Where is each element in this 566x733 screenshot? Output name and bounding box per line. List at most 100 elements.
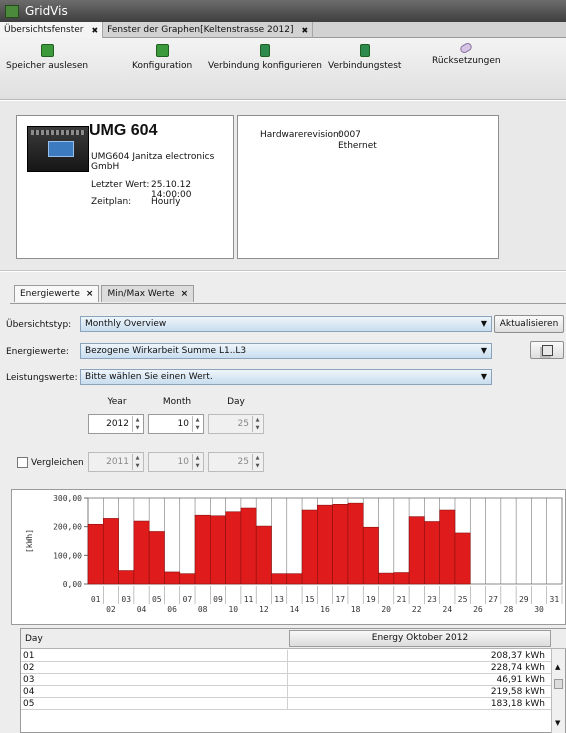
x-tick-label: 25 <box>458 595 468 604</box>
close-icon[interactable]: ✖ <box>301 26 308 35</box>
power-values-select[interactable]: Bitte wählen Sie einen Wert. ▼ <box>80 369 492 385</box>
compare-month-spinner[interactable]: 10 ▲ ▼ <box>148 452 204 472</box>
bar <box>225 511 242 585</box>
tab-overview[interactable]: Übersichtsfenster ✖ <box>0 22 104 38</box>
table-row[interactable]: 02 228,74 kWh <box>21 662 551 674</box>
y-axis-label: [kWh] <box>25 529 34 553</box>
hardware-label: Hardwarerevision: <box>260 130 342 140</box>
bar <box>454 532 471 585</box>
configure-connection-button[interactable]: Verbindung konfigurieren <box>208 44 322 71</box>
bar <box>133 520 150 585</box>
overview-type-select[interactable]: Monthly Overview ▼ <box>80 316 492 332</box>
bar <box>164 571 181 585</box>
y-tick-label: 300,00 <box>53 494 82 503</box>
hardware-connection: Ethernet <box>338 141 377 151</box>
bar <box>347 502 364 585</box>
compare-month-value: 10 <box>177 457 189 467</box>
bar <box>378 572 395 585</box>
close-icon[interactable]: ✖ <box>91 26 98 35</box>
bar <box>255 525 272 585</box>
title-bar: GridVis <box>0 0 566 22</box>
energy-values-select[interactable]: Bezogene Wirkarbeit Summe L1..L3 ▼ <box>80 343 492 359</box>
close-icon[interactable]: × <box>181 289 189 299</box>
energy-table: Day Energy Oktober 2012 01 208,37 kWh 02… <box>20 628 566 733</box>
bar <box>148 531 165 585</box>
x-tick-label: 21 <box>397 595 407 604</box>
x-tick-label: 16 <box>320 605 330 614</box>
x-tick-label: 04 <box>137 605 147 614</box>
bar <box>332 504 349 585</box>
x-tick-label: 02 <box>106 605 116 614</box>
refresh-button[interactable]: Aktualisieren <box>494 315 564 333</box>
x-tick-label: 18 <box>351 605 361 614</box>
year-spinner[interactable]: 2012 ▲ ▼ <box>88 414 144 434</box>
year-header: Year <box>107 397 127 407</box>
compare-checkbox[interactable] <box>17 457 28 468</box>
spinner-arrows-icon[interactable]: ▲ ▼ <box>192 416 202 432</box>
compare-year-value: 2011 <box>106 457 129 467</box>
overview-type-label: Übersichtstyp: <box>6 320 72 330</box>
connection-test-button[interactable]: Verbindungstest <box>328 44 401 71</box>
compare-label: Vergleichen <box>31 458 84 468</box>
tab-min-max-values[interactable]: Min/Max Werte × <box>101 285 195 302</box>
table-header: Day Energy Oktober 2012 <box>21 629 566 649</box>
month-header: Month <box>162 397 192 407</box>
day-spinner[interactable]: 25 ▲ ▼ <box>208 414 264 434</box>
device-info-area: UMG 604 UMG604 Janitza electronics GmbH … <box>0 101 566 271</box>
scroll-up-icon[interactable]: ▲ <box>555 663 560 671</box>
spinner-arrows-icon[interactable]: ▲ ▼ <box>252 416 262 432</box>
compare-day-spinner[interactable]: 25 ▲ ▼ <box>208 452 264 472</box>
table-scrollbar[interactable]: ▲ ▼ <box>551 649 565 733</box>
configuration-button[interactable]: Konfiguration <box>132 44 192 71</box>
close-icon[interactable]: × <box>86 289 94 299</box>
cell-day: 04 <box>23 687 35 697</box>
x-tick-label: 15 <box>305 595 315 604</box>
x-tick-label: 05 <box>152 595 162 604</box>
tab-label: Fenster der Graphen[Keltenstrasse 2012] <box>107 25 294 35</box>
read-memory-button[interactable]: Speicher auslesen <box>6 44 88 71</box>
memory-icon <box>40 44 54 57</box>
bar <box>102 518 119 585</box>
cell-energy: 183,18 kWh <box>490 699 545 709</box>
tool-label: Rücksetzungen <box>432 56 501 66</box>
spinner-arrows-icon[interactable]: ▲ ▼ <box>252 454 262 470</box>
tab-energy-values[interactable]: Energiewerte × <box>14 285 100 302</box>
scroll-thumb[interactable] <box>554 679 563 689</box>
bar <box>424 521 440 585</box>
x-tick-label: 23 <box>427 595 437 604</box>
x-tick-label: 19 <box>366 595 376 604</box>
scroll-down-icon[interactable]: ▼ <box>555 719 560 727</box>
energy-values-value: Bezogene Wirkarbeit Summe L1..L3 <box>85 346 247 356</box>
table-row[interactable]: 03 46,91 kWh <box>21 674 551 686</box>
reset-button[interactable]: Rücksetzungen <box>432 41 501 66</box>
spinner-arrows-icon[interactable]: ▲ ▼ <box>132 416 142 432</box>
energy-chart: 300,00 200,00 100,00 0,00 [kWh] 01 02 03 04 05 06 0… <box>11 489 566 625</box>
compare-year-spinner[interactable]: 2011 ▲ ▼ <box>88 452 144 472</box>
table-row[interactable]: 04 219,58 kWh <box>21 686 551 698</box>
bar <box>317 504 333 585</box>
column-header-energy[interactable]: Energy Oktober 2012 <box>289 630 551 647</box>
bar <box>271 573 288 585</box>
spinner-arrows-icon[interactable]: ▲ ▼ <box>192 454 202 470</box>
copy-button[interactable] <box>530 341 564 359</box>
cell-energy: 219,58 kWh <box>490 687 545 697</box>
month-spinner[interactable]: 10 ▲ ▼ <box>148 414 204 434</box>
x-tick-label: 10 <box>228 605 238 614</box>
x-tick-label: 27 <box>488 595 498 604</box>
tool-label: Verbindung konfigurieren <box>208 61 322 71</box>
document-tab-bar: Übersichtsfenster ✖ Fenster der Graphen[… <box>0 22 566 38</box>
tab-graphs[interactable]: Fenster der Graphen[Keltenstrasse 2012] … <box>103 22 314 38</box>
table-row[interactable]: 01 208,37 kWh <box>21 650 551 662</box>
test-icon <box>359 44 370 57</box>
bar <box>240 507 257 585</box>
x-tick-label: 30 <box>534 605 544 614</box>
schedule-value: Hourly <box>151 197 181 207</box>
x-tick-label: 09 <box>213 595 223 604</box>
month-value: 10 <box>177 419 189 429</box>
bar-chart-svg: 300,00 200,00 100,00 0,00 [kWh] 01 02 03 04 05 06 0… <box>25 494 563 614</box>
x-tick-label: 31 <box>550 595 560 604</box>
table-row[interactable]: 05 183,18 kWh <box>21 698 551 710</box>
cell-energy: 208,37 kWh <box>490 651 545 661</box>
spinner-arrows-icon[interactable]: ▲ ▼ <box>132 454 142 470</box>
device-card: UMG 604 UMG604 Janitza electronics GmbH … <box>16 115 234 259</box>
